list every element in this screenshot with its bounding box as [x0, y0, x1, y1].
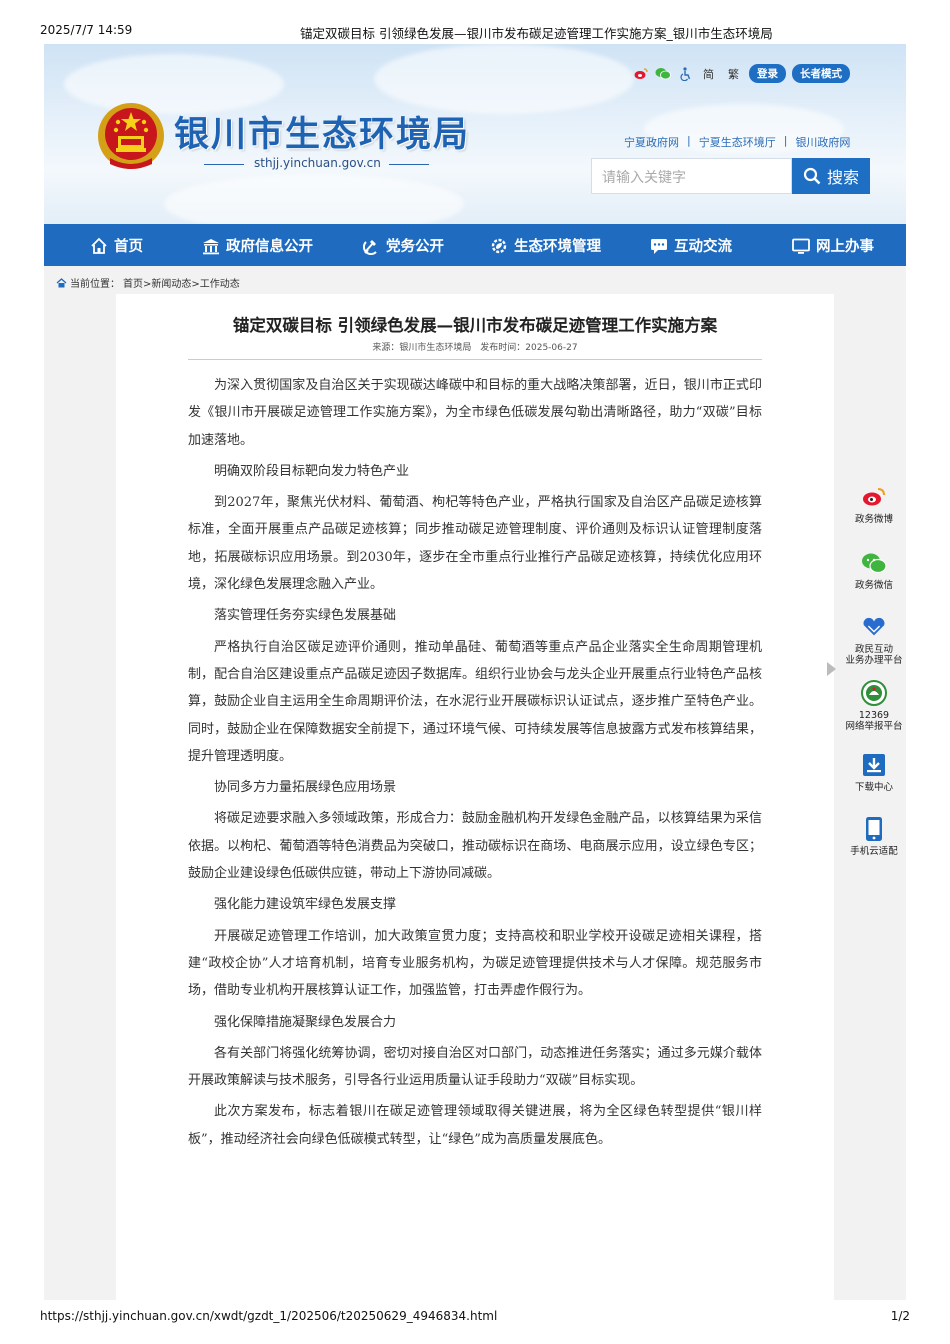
mobile-icon: [866, 817, 882, 841]
simplified-chinese-link[interactable]: 简: [703, 66, 714, 82]
article-subheading: 明确双阶段目标靶向发力特色产业: [214, 463, 410, 479]
float-item-weibo[interactable]: 政务微博: [839, 484, 909, 525]
link-yinchuan-gov[interactable]: 银川政府网: [795, 134, 850, 150]
url-divider-right: [389, 164, 429, 165]
print-header: 2025/7/7 14:59 锚定双碳目标 引领绿色发展—银川市发布碳足迹管理工…: [0, 0, 950, 44]
environment-badge-icon: [861, 680, 887, 706]
article-panel: 锚定双碳目标 引领绿色发展—银川市发布碳足迹管理工作实施方案 来源：银川市生态环…: [116, 294, 834, 1300]
float-item-label: 政务微博: [854, 514, 893, 525]
article-meta: 来源：银川市生态环境局 发布时间：2025-06-27: [116, 340, 834, 353]
wechat-icon[interactable]: [655, 67, 671, 81]
nav-gov-info[interactable]: 政府信息公开: [202, 235, 313, 256]
nav-online-services-label: 网上办事: [816, 239, 874, 255]
breadcrumb-prefix: 当前位置：: [70, 279, 120, 290]
article-paragraph: 开展碳足迹管理工作培训，加大政策宣贯力度；支持高校和职业学校开设碳足迹相关课程，…: [188, 928, 762, 999]
article-divider: [188, 359, 762, 360]
article-paragraph: 此次方案发布，标志着银川在碳足迹管理领域取得关键进展，将为全区绿色转型提供“银川…: [188, 1104, 762, 1147]
article-paragraph: 到2027年，聚焦光伏材料、葡萄酒、枸杞等特色产业，严格执行国家及自治区产品碳足…: [188, 495, 762, 593]
government-building-icon: [203, 238, 219, 254]
monitor-icon: [792, 238, 810, 254]
url-divider-left: [204, 164, 244, 165]
article-paragraph: 为深入贯彻国家及自治区关于实现碳达峰碳中和目标的重大战略决策部署，近日，银川市正…: [188, 378, 762, 448]
article-paragraph: 各有关部门将强化统筹协调，密切对接自治区对口部门，动态推进任务落实；通过多元媒介…: [188, 1045, 762, 1089]
article-subheading: 强化保障措施凝聚绿色发展合力: [214, 1014, 397, 1030]
float-item-mobile[interactable]: 手机云适配: [839, 816, 909, 857]
float-item-interaction-platform[interactable]: 政民互动 业务办理平台: [839, 614, 909, 666]
float-item-label: 政民互动 业务办理平台: [845, 644, 903, 666]
article-source: 来源：银川市生态环境局: [372, 343, 472, 353]
link-separator: |: [783, 134, 788, 147]
article-title: 锚定双碳目标 引领绿色发展—银川市发布碳足迹管理工作实施方案: [232, 316, 718, 335]
article-subheading: 强化能力建设筑牢绿色发展支撑: [214, 897, 397, 913]
nav-eco-management-label: 生态环境管理: [514, 239, 601, 255]
nav-interaction[interactable]: 互动交流: [650, 235, 732, 256]
traditional-chinese-link[interactable]: 繁: [728, 66, 739, 82]
article-paragraph: 将碳足迹要求融入多领域政策，形成合力：鼓励金融机构开发绿色金融产品，以核算结果为…: [188, 811, 762, 882]
party-emblem-icon: [362, 239, 377, 255]
float-item-label: 下载中心: [854, 782, 893, 793]
breadcrumb: 当前位置： 首页>新闻动态>工作动态: [56, 275, 240, 290]
print-footer: https://sthjj.yinchuan.gov.cn/xwdt/gzdt_…: [0, 1300, 950, 1344]
print-page-number: 1/2: [890, 1309, 910, 1323]
site-name[interactable]: 银川市生态环境局: [174, 106, 470, 157]
link-ningxia-eco[interactable]: 宁夏生态环境厅: [699, 134, 776, 150]
nav-online-services[interactable]: 网上办事: [792, 235, 874, 256]
related-links: 宁夏政府网 | 宁夏生态环境厅 | 银川政府网: [624, 134, 850, 150]
float-bar-toggle[interactable]: [827, 662, 836, 676]
article-date: 发布时间：2025-06-27: [480, 343, 578, 353]
float-item-wechat[interactable]: 政务微信: [839, 550, 909, 591]
float-item-label: 手机云适配: [850, 846, 898, 857]
nav-eco-management[interactable]: 生态环境管理: [490, 235, 601, 256]
page: 银川市生态环境局 sthjj.yinchuan.gov.cn 简 繁 登录 长者…: [44, 44, 906, 1300]
wechat-icon: [862, 553, 887, 574]
hands-heart-icon: [863, 617, 885, 636]
site-url: sthjj.yinchuan.gov.cn: [254, 156, 381, 170]
article-subheading: 落实管理任务夯实绿色发展基础: [214, 608, 397, 624]
download-icon: [863, 754, 885, 776]
article-paragraph: 严格执行自治区碳足迹评价通则，推动单晶硅、葡萄酒等重点产品企业落实全生命周期管理…: [188, 639, 762, 764]
nav-interaction-label: 互动交流: [674, 239, 732, 255]
elder-mode-button[interactable]: 长者模式: [792, 64, 850, 83]
search-button-label: 搜索: [826, 168, 859, 187]
login-button[interactable]: 登录: [749, 64, 786, 83]
article-body: 为深入贯彻国家及自治区关于实现碳达峰碳中和目标的重大战略决策部署，近日，银川市正…: [188, 372, 762, 1157]
accessibility-icon[interactable]: [677, 66, 693, 81]
nav-party-affairs[interactable]: 党务公开: [362, 235, 444, 256]
national-emblem-icon: [98, 103, 164, 169]
float-item-12369[interactable]: 12369 网络举报平台: [839, 680, 909, 732]
nav-party-affairs-label: 党务公开: [386, 239, 444, 255]
float-item-download[interactable]: 下载中心: [839, 752, 909, 793]
nav-gov-info-label: 政府信息公开: [226, 239, 313, 255]
float-item-label: 政务微信: [854, 580, 893, 591]
float-item-label: 12369 网络举报平台: [845, 710, 903, 732]
nav-home[interactable]: 首页: [90, 235, 143, 256]
print-date: 2025/7/7 14:59: [40, 23, 133, 37]
main-nav: 首页 政府信息公开 党务公开 生态环境管理 互动交流 网上办事: [44, 224, 906, 266]
search-button[interactable]: 搜索: [792, 158, 870, 194]
weibo-icon[interactable]: [633, 67, 649, 81]
print-url: https://sthjj.yinchuan.gov.cn/xwdt/gzdt_…: [40, 1309, 498, 1323]
search-input[interactable]: 请输入关键字: [591, 158, 792, 194]
weibo-icon: [863, 488, 885, 506]
site-banner: 银川市生态环境局 sthjj.yinchuan.gov.cn 简 繁 登录 长者…: [44, 44, 906, 224]
search-icon: [803, 167, 821, 185]
link-ningxia-gov[interactable]: 宁夏政府网: [624, 134, 679, 150]
print-title: 锚定双碳目标 引领绿色发展—银川市发布碳足迹管理工作实施方案_银川市生态环境局: [300, 26, 773, 41]
breadcrumb-path[interactable]: 首页>新闻动态>工作动态: [123, 275, 240, 290]
ecology-gear-icon: [491, 238, 507, 253]
home-icon: [91, 237, 107, 254]
top-tools: 简 繁 登录 长者模式: [633, 64, 850, 83]
nav-home-label: 首页: [114, 239, 143, 255]
link-separator: |: [687, 134, 691, 147]
chat-icon: [651, 238, 667, 254]
location-home-icon: [56, 277, 67, 287]
article-subheading: 协同多方力量拓展绿色应用场景: [214, 780, 397, 796]
